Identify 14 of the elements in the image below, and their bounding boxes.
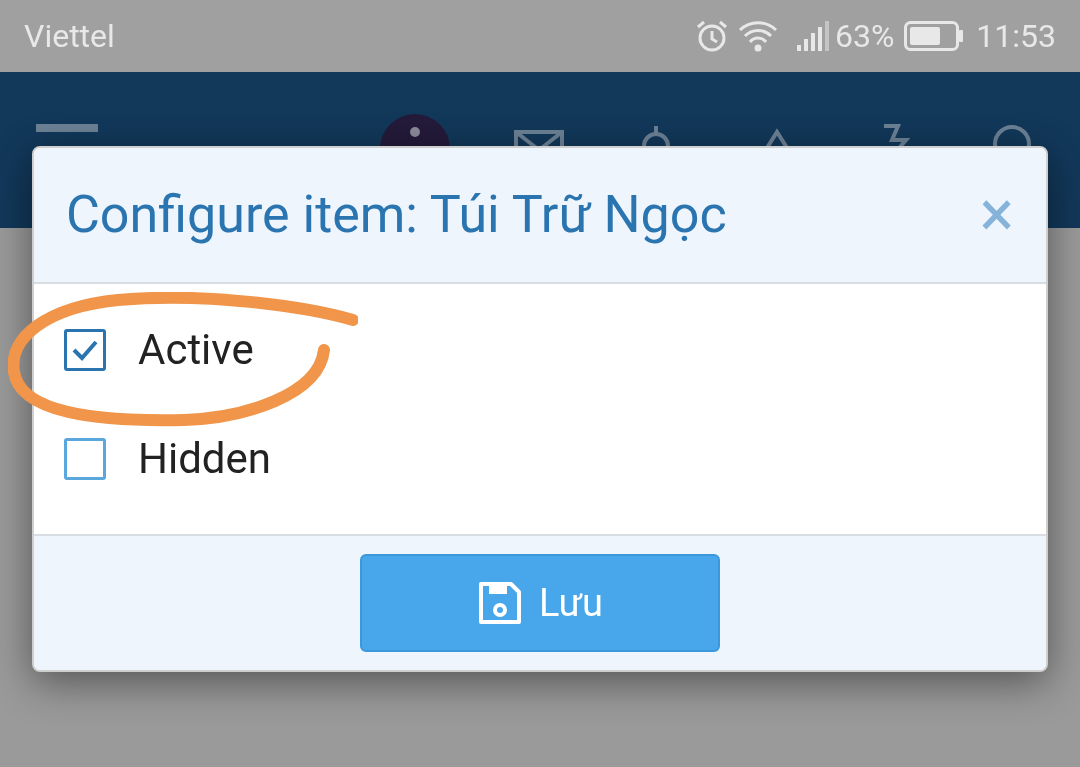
checkbox[interactable] (64, 437, 106, 480)
save-button[interactable]: Lưu (360, 554, 720, 652)
battery-percent: 63% (834, 16, 895, 57)
signal-icon (796, 21, 831, 51)
clock-time: 11:53 (976, 16, 1056, 57)
dialog-title: Configure item: Túi Trữ Ngọc (66, 183, 727, 247)
alarm-icon (694, 19, 729, 53)
battery-icon (904, 21, 965, 51)
checkbox[interactable] (64, 328, 106, 371)
checkbox-label: Active (138, 324, 254, 376)
close-button[interactable]: × (979, 183, 1014, 247)
wifi-icon (736, 20, 779, 52)
carrier-name: Viettel (24, 16, 115, 57)
checkbox-label: Hidden (138, 433, 271, 485)
